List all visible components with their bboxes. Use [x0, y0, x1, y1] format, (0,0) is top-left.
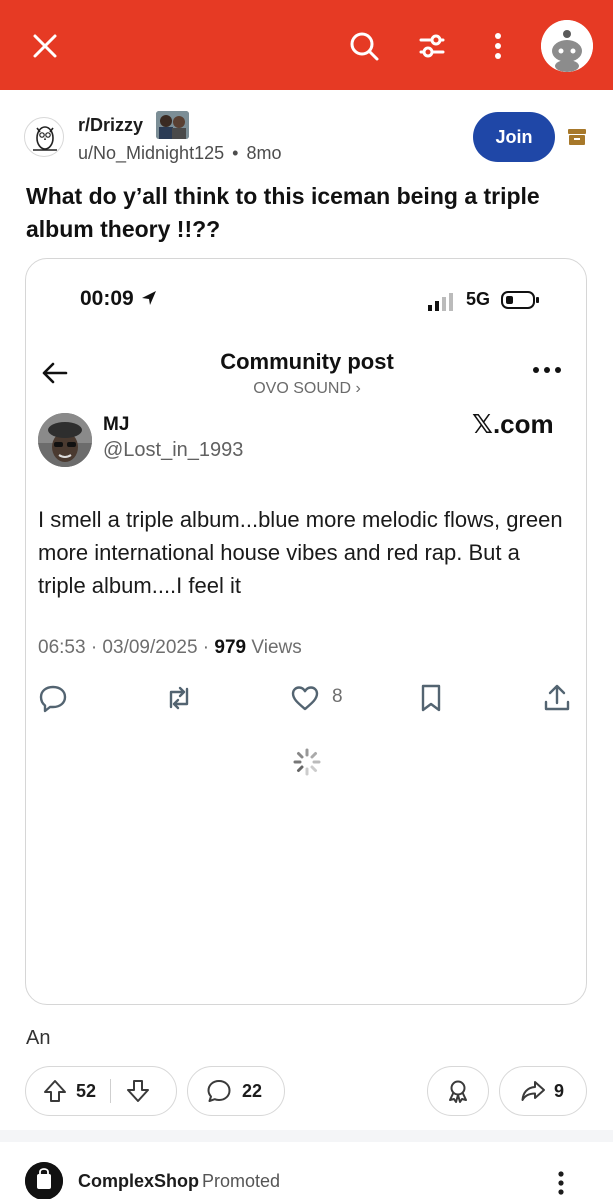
subreddit-name[interactable]: r/Drizzy — [78, 115, 143, 136]
vote-divider — [110, 1079, 112, 1103]
upvote-icon[interactable] — [42, 1078, 68, 1104]
close-icon[interactable] — [23, 24, 67, 68]
source-label: 𝕏.com — [472, 409, 554, 439]
promo-name[interactable]: ComplexShop — [78, 1171, 199, 1192]
promoted-label: Promoted — [202, 1171, 281, 1191]
repost-icon — [169, 686, 189, 710]
tweet-time: 06:53 · 03/09/2025 · — [38, 637, 215, 658]
comment-count: 22 — [242, 1080, 263, 1101]
reply-icon — [39, 685, 67, 713]
vote-count: 52 — [76, 1080, 97, 1101]
user-avatar[interactable] — [541, 20, 593, 72]
post-age: 8mo — [246, 143, 282, 163]
share-upload-icon — [544, 684, 570, 711]
comments-button[interactable]: 22 — [187, 1066, 285, 1116]
join-button[interactable]: Join — [473, 112, 555, 162]
top-app-bar — [0, 0, 613, 90]
separator: • — [232, 143, 239, 163]
tweet-author-handle: @Lost_in_1993 — [103, 439, 244, 461]
tweet-text: I smell a triple album...blue more melod… — [38, 507, 563, 598]
status-time: 00:09 — [80, 287, 158, 311]
status-time-text: 00:09 — [80, 287, 134, 310]
tweet-avatar — [38, 413, 92, 467]
tweet-views-label: Views — [246, 637, 302, 658]
network-label: 5G — [466, 289, 491, 309]
search-icon[interactable] — [342, 24, 386, 68]
post-body: An — [26, 1027, 51, 1049]
vote-control: 52 — [25, 1066, 177, 1116]
author-name[interactable]: u/No_Midnight125 — [78, 143, 224, 163]
tweet-meta: 06:53 · 03/09/2025 · 979 Views — [38, 637, 302, 659]
more-vertical-icon[interactable] — [476, 24, 520, 68]
feed-divider — [0, 1130, 613, 1142]
tweet-views-count: 979 — [214, 637, 247, 658]
promo-more-icon[interactable] — [556, 1170, 566, 1196]
post-title[interactable]: What do y’all think to this iceman being… — [26, 180, 586, 246]
award-button[interactable] — [427, 1066, 489, 1116]
signal-icon — [428, 293, 453, 311]
downvote-icon[interactable] — [125, 1078, 151, 1104]
like-count: 8 — [332, 686, 343, 707]
more-horizontal-icon — [533, 367, 561, 373]
tweet-author-name: MJ — [103, 414, 130, 435]
bookmark-icon — [421, 684, 441, 712]
share-count: 9 — [554, 1080, 565, 1101]
user-flair-image — [156, 111, 189, 139]
loading-spinner-icon — [293, 748, 321, 776]
comment-icon — [207, 1080, 231, 1102]
share-button[interactable]: 9 — [499, 1066, 587, 1116]
share-icon — [521, 1081, 545, 1101]
post-image[interactable]: 00:09 5G Community post OVO SOUND › MJ @… — [25, 258, 587, 1005]
award-icon — [449, 1080, 467, 1103]
nav-title: Community post — [220, 349, 394, 374]
nav-subtitle: OVO SOUND › — [253, 380, 361, 397]
promo-avatar[interactable] — [25, 1162, 63, 1199]
author-line: u/No_Midnight125 • 8mo — [78, 143, 281, 164]
filter-icon[interactable] — [410, 24, 454, 68]
like-icon — [291, 686, 319, 711]
archive-icon — [566, 126, 588, 148]
battery-icon — [501, 291, 539, 309]
subreddit-icon[interactable] — [24, 117, 64, 157]
location-icon — [141, 291, 156, 305]
